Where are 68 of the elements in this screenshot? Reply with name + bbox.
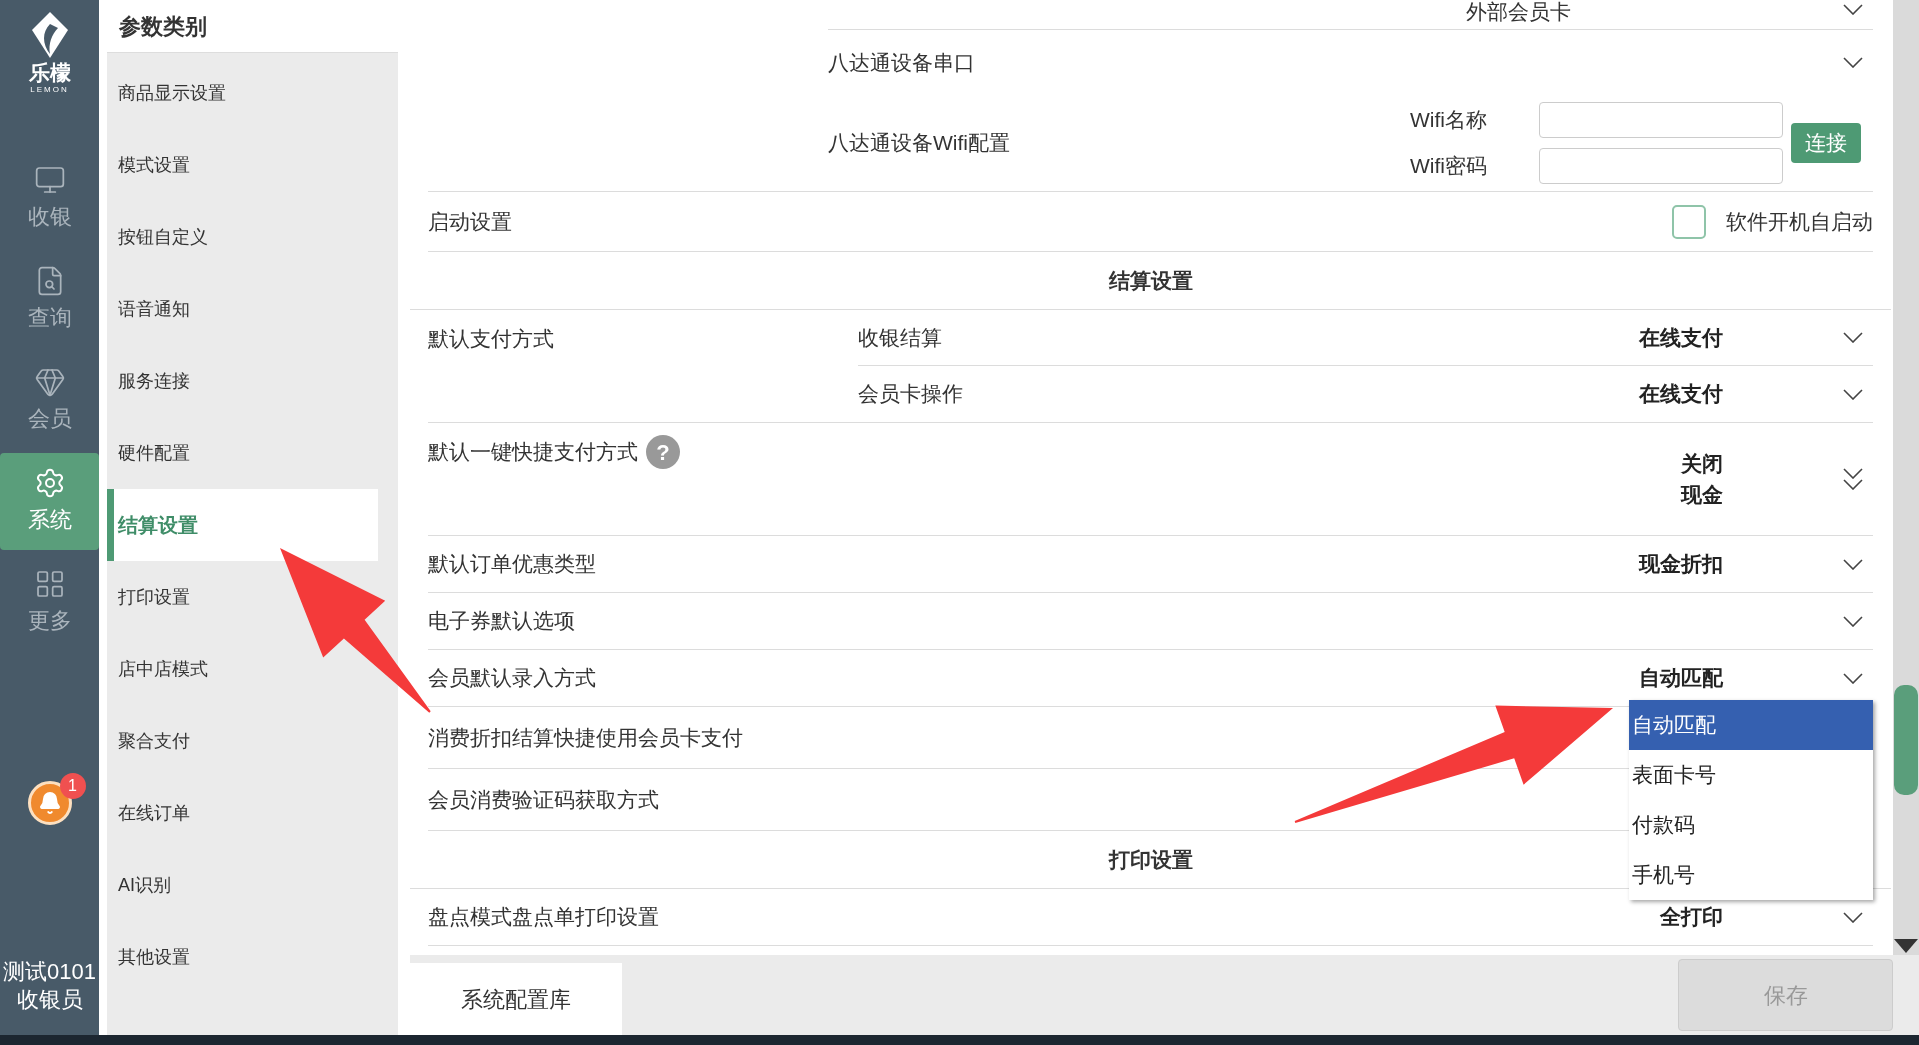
field-label: Wifi名称 [1410,107,1488,134]
select-value: 在线支付 [1639,324,1723,351]
category-item[interactable]: 按钮自定义 [107,201,378,273]
chevron-down-icon [1843,468,1863,479]
setting-label: 八达通设备Wifi配置 [828,130,1010,157]
setting-label: 会员消费验证码获取方式 [428,786,659,813]
scrollbar-thumb[interactable] [1894,685,1918,795]
category-item[interactable]: 结算设置 [107,489,378,561]
category-item[interactable]: 打印设置 [107,561,378,633]
section-heading: 结算设置 [1108,267,1193,294]
category-item[interactable]: 店中店模式 [107,633,378,705]
select-value: 关闭 [1681,450,1723,477]
scrollbar[interactable] [1893,0,1919,955]
setting-label: 默认支付方式 [428,326,554,353]
sub-setting-label: 会员卡操作 [858,381,963,408]
category-item[interactable]: 在线订单 [107,777,378,849]
chevron-down-icon [1843,672,1863,684]
text-field[interactable] [1539,148,1783,184]
category-item[interactable]: 商品显示设置 [107,57,378,129]
category-item[interactable]: AI识别 [107,849,378,921]
panel-header: 参数类别 [107,0,398,53]
chevron-down-icon [1843,479,1863,490]
select-value: 现金折扣 [1639,551,1723,578]
category-item[interactable]: 聚合支付 [107,705,378,777]
user-role: 收银员 [16,985,83,1013]
sub-setting-label: 收银结算 [858,324,942,351]
notification-badge: 1 [59,773,86,800]
chevron-down-icon [1843,558,1863,570]
config-library-button[interactable]: 系统配置库 [410,963,622,1035]
checkbox[interactable] [1672,204,1706,239]
setting-label: 电子券默认选项 [428,608,575,635]
section-heading: 打印设置 [1108,846,1193,873]
setting-label: 默认一键快捷支付方式 [428,439,638,466]
setting-label: 消费折扣结算快捷使用会员卡支付 [428,724,743,751]
setting-label: 默认订单优惠类型 [428,551,596,578]
dropdown-option[interactable]: 自动匹配 [1629,700,1873,750]
field-label: Wifi密码 [1410,153,1488,180]
category-item[interactable]: 硬件配置 [107,417,378,489]
category-item[interactable]: 模式设置 [107,129,378,201]
select-value: 全打印 [1660,904,1723,931]
chevron-down-icon [1843,57,1863,68]
chevron-down-icon [1843,332,1863,343]
category-item[interactable]: 服务连接 [107,345,378,417]
select-value: 现金 [1681,482,1723,508]
category-item[interactable]: 其他设置 [107,921,378,993]
text-field[interactable] [1539,102,1783,138]
logo-subtext: LEMON [30,86,69,95]
chevron-down-icon [1843,615,1863,627]
select-value: 外部会员卡 [1466,0,1571,24]
chevron-down-icon [1843,388,1863,400]
checkbox-label: 软件开机自启动 [1726,208,1873,235]
diamond-icon [33,366,66,399]
select-value: 自动匹配 [1639,665,1723,692]
chevron-down-icon [1843,4,1863,15]
category-item[interactable]: 语音通知 [107,273,378,345]
dropdown-option[interactable]: 付款码 [1629,800,1873,850]
setting-label: 盘点模式盘点单打印设置 [428,904,659,931]
dropdown-option[interactable]: 手机号 [1629,850,1873,900]
bell-icon [37,791,62,816]
logo-text: 乐檬 [28,60,71,86]
setting-label: 八达通设备串口 [828,49,975,76]
scroll-down-icon[interactable] [1894,939,1918,953]
dropdown-option[interactable]: 表面卡号 [1629,750,1873,800]
user-name: 测试0101 [3,958,96,986]
setting-label: 会员默认录入方式 [428,665,596,692]
setting-label: 启动设置 [428,208,512,235]
chevron-down-icon [1843,911,1863,923]
select-value: 在线支付 [1639,381,1723,408]
